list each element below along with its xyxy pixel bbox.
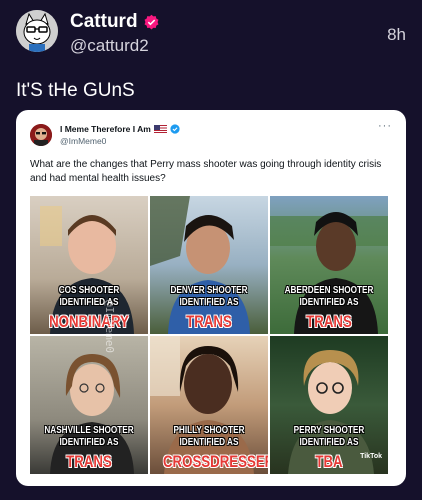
panel-caption-label: TRANS [186, 312, 232, 331]
quoted-handle[interactable]: @ImMeme0 [60, 136, 106, 146]
tiktok-watermark: TikTok [360, 453, 382, 460]
panel-caption-line2: IDENTIFIED AS [299, 297, 359, 308]
meme-panel: ABERDEEN SHOOTER IDENTIFIED AS TRANS [270, 196, 388, 334]
author-display-name[interactable]: Catturd [70, 11, 138, 33]
quoted-display-name[interactable]: I Meme Therefore I Am [60, 124, 151, 134]
panel-caption-line2: IDENTIFIED AS [299, 437, 359, 448]
panel-caption-line1: ABERDEEN SHOOTER [284, 285, 374, 296]
tweet-header: Catturd @catturd2 8h [0, 0, 422, 70]
meme-panel: PERRY SHOOTER IDENTIFIED AS TBA TikTok [270, 336, 388, 474]
quoted-tweet-card[interactable]: I Meme Therefore I Am @ImMeme0 ··· What … [16, 110, 406, 486]
verified-badge-icon [144, 14, 159, 29]
meme-panel: PHILLY SHOOTER IDENTIFIED AS CROSSDRESSE… [150, 336, 268, 474]
quoted-author-name-row[interactable]: I Meme Therefore I Am [60, 124, 180, 134]
panel-caption-line2: IDENTIFIED AS [179, 297, 239, 308]
panel-caption-line1: COS SHOOTER [58, 285, 120, 296]
author-avatar[interactable] [16, 10, 58, 52]
panel-caption-label: TRANS [66, 452, 112, 471]
cat-avatar-icon [16, 10, 58, 52]
tweet-timestamp[interactable]: 8h [387, 25, 406, 45]
us-flag-icon [153, 125, 167, 133]
panel-caption-line2: IDENTIFIED AS [179, 437, 239, 448]
panel-caption-line1: DENVER SHOOTER [170, 285, 248, 296]
panel-caption-label: TRANS [306, 312, 352, 331]
quoted-verified-badge-icon [170, 124, 180, 134]
panel-caption-line1: NASHVILLE SHOOTER [44, 425, 134, 436]
panel-caption-label: CROSSDRESSER [162, 452, 268, 471]
meme-panel: DENVER SHOOTER IDENTIFIED AS TRANS [150, 196, 268, 334]
meme-image[interactable]: COS SHOOTER IDENTIFIED AS NONBINARY DENV… [30, 196, 388, 474]
panel-caption-line1: PHILLY SHOOTER [173, 425, 245, 436]
meme-avatar-icon [30, 124, 52, 146]
author-name-row[interactable]: Catturd [70, 11, 160, 33]
panel-caption-line1: PERRY SHOOTER [293, 425, 365, 436]
more-options-icon[interactable]: ··· [378, 120, 392, 132]
quoted-author-avatar[interactable] [30, 124, 52, 146]
meme-panel: COS SHOOTER IDENTIFIED AS NONBINARY [30, 196, 148, 334]
panel-caption-label: NONBINARY [49, 312, 129, 331]
image-watermark: @ImMeme0 [103, 300, 116, 353]
author-handle[interactable]: @catturd2 [70, 36, 149, 56]
tweet-text: It'S tHe GUnS [16, 80, 135, 101]
panel-caption-line2: IDENTIFIED AS [59, 437, 119, 448]
meme-panel: NASHVILLE SHOOTER IDENTIFIED AS TRANS [30, 336, 148, 474]
quoted-text: What are the changes that Perry mass sho… [30, 159, 382, 184]
panel-caption-line2: IDENTIFIED AS [59, 297, 119, 308]
